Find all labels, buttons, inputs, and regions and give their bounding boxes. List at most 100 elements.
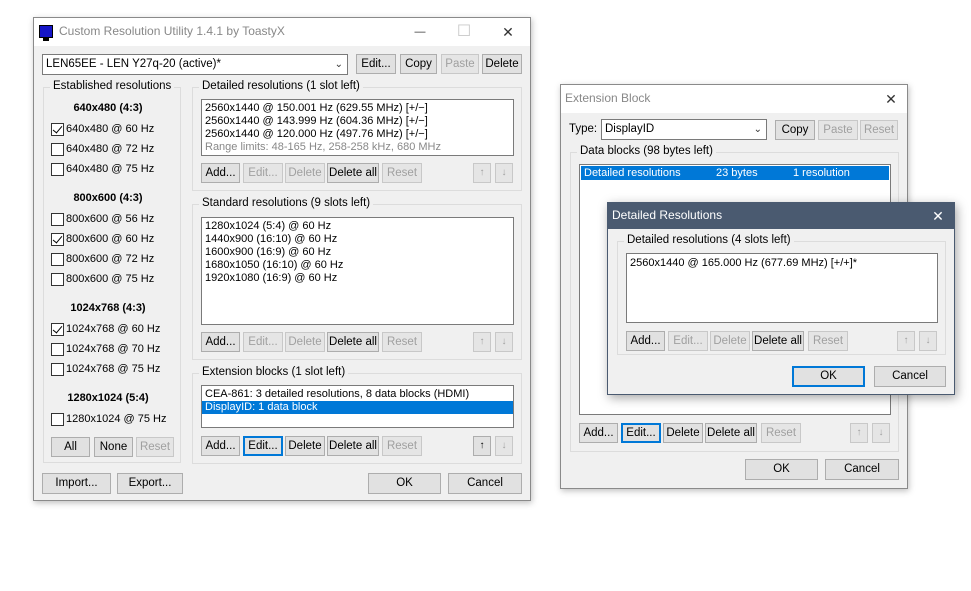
extension-delete-all-button[interactable]: Delete all <box>327 436 379 456</box>
checkbox-1280x1024-75[interactable]: 1280x1024 @ 75 Hz <box>51 412 166 426</box>
list-item[interactable]: 1680x1050 (16:10) @ 60 Hz <box>202 259 513 272</box>
ext-delete-all-button[interactable]: Delete all <box>705 423 757 443</box>
chevron-down-icon: ⌄ <box>334 59 343 70</box>
standard-add-button[interactable]: Add... <box>201 332 240 352</box>
standard-delete-button: Delete <box>285 332 325 352</box>
checkbox-unchecked[interactable] <box>51 412 64 426</box>
detailed-delete-all-button[interactable]: Delete all <box>327 163 379 183</box>
standard-resolutions-list[interactable]: 1280x1024 (5:4) @ 60 Hz 1440x900 (16:10)… <box>201 217 514 325</box>
ext-list-reset-button: Reset <box>761 423 801 443</box>
extension-edit-button[interactable]: Edit... <box>243 436 283 456</box>
detailed-move-down-icon: ↓ <box>495 163 513 183</box>
close-icon[interactable]: ✕ <box>916 203 960 229</box>
list-item[interactable]: 1920x1080 (16:9) @ 60 Hz <box>202 272 513 285</box>
checkbox-unchecked[interactable] <box>51 362 64 376</box>
checkbox-800x600-56[interactable]: 800x600 @ 56 Hz <box>51 212 154 226</box>
established-resolutions-label: Established resolutions <box>50 80 175 92</box>
extension-blocks-list[interactable]: CEA-861: 3 detailed resolutions, 8 data … <box>201 385 514 428</box>
select-all-button[interactable]: All <box>51 437 90 457</box>
checkbox-unchecked[interactable] <box>51 272 64 286</box>
list-item[interactable]: 1440x900 (16:10) @ 60 Hz <box>202 233 513 246</box>
checkbox-checked[interactable] <box>51 122 64 136</box>
checkbox-800x600-60[interactable]: 800x600 @ 60 Hz <box>51 232 154 246</box>
dlg-add-button[interactable]: Add... <box>626 331 665 351</box>
dlg-cancel-button[interactable]: Cancel <box>874 366 946 387</box>
detailed-reset-button: Reset <box>382 163 422 183</box>
dlg-delete-all-button[interactable]: Delete all <box>752 331 804 351</box>
checkbox-640x480-75[interactable]: 640x480 @ 75 Hz <box>51 162 154 176</box>
detailed-add-button[interactable]: Add... <box>201 163 240 183</box>
ext-cancel-button[interactable]: Cancel <box>825 459 899 480</box>
main-window-title: Custom Resolution Utility 1.4.1 by Toast… <box>59 24 285 38</box>
extension-block-title: Extension Block <box>565 91 651 105</box>
detailed-resolutions-list[interactable]: 2560x1440 @ 150.001 Hz (629.55 MHz) [+/−… <box>201 99 514 156</box>
standard-reset-button: Reset <box>382 332 422 352</box>
standard-move-up-icon: ↑ <box>473 332 491 352</box>
extension-add-button[interactable]: Add... <box>201 436 240 456</box>
list-item[interactable]: 2560x1440 @ 120.000 Hz (497.76 MHz) [+/−… <box>202 128 513 141</box>
checkbox-unchecked[interactable] <box>51 252 64 266</box>
checkbox-640x480-72[interactable]: 640x480 @ 72 Hz <box>51 142 154 156</box>
list-item[interactable]: 2560x1440 @ 165.000 Hz (677.69 MHz) [+/+… <box>627 257 937 270</box>
type-label: Type: <box>569 123 598 135</box>
checkbox-unchecked[interactable] <box>51 342 64 356</box>
edit-monitor-button[interactable]: Edit... <box>356 54 396 74</box>
detailed-dialog-list[interactable]: 2560x1440 @ 165.000 Hz (677.69 MHz) [+/+… <box>626 253 938 323</box>
list-item[interactable]: 1280x1024 (5:4) @ 60 Hz <box>202 220 513 233</box>
export-button[interactable]: Export... <box>117 473 183 494</box>
list-item[interactable]: 2560x1440 @ 143.999 Hz (604.36 MHz) [+/−… <box>202 115 513 128</box>
checkbox-1024x768-60[interactable]: 1024x768 @ 60 Hz <box>51 322 160 336</box>
ext-copy-button[interactable]: Copy <box>775 120 815 140</box>
type-select[interactable]: DisplayID ⌄ <box>601 119 767 140</box>
ext-edit-button[interactable]: Edit... <box>621 423 661 443</box>
detailed-move-up-icon: ↑ <box>473 163 491 183</box>
monitor-select[interactable]: LEN65EE - LEN Y27q-20 (active)* ⌄ <box>42 54 348 75</box>
list-item[interactable]: CEA-861: 3 detailed resolutions, 8 data … <box>202 388 513 401</box>
data-block-name: Detailed resolutions <box>584 167 681 179</box>
dlg-move-up-icon: ↑ <box>897 331 915 351</box>
range-limits-item[interactable]: Range limits: 48-165 Hz, 258-258 kHz, 68… <box>202 141 513 154</box>
checkbox-1024x768-75[interactable]: 1024x768 @ 75 Hz <box>51 362 160 376</box>
close-icon[interactable]: ✕ <box>869 85 913 113</box>
main-cancel-button[interactable]: Cancel <box>448 473 522 494</box>
data-blocks-label: Data blocks (98 bytes left) <box>577 145 716 157</box>
checkbox-640x480-60[interactable]: 640x480 @ 60 Hz <box>51 122 154 136</box>
import-button[interactable]: Import... <box>42 473 111 494</box>
main-ok-button[interactable]: OK <box>368 473 441 494</box>
standard-delete-all-button[interactable]: Delete all <box>327 332 379 352</box>
detailed-dialog-title-bar: Detailed Resolutions ✕ <box>608 203 954 229</box>
data-block-row-selected[interactable]: Detailed resolutions 23 bytes 1 resoluti… <box>581 166 889 180</box>
type-select-value: DisplayID <box>605 123 655 135</box>
delete-monitor-button[interactable]: Delete <box>482 54 522 74</box>
checkbox-checked[interactable] <box>51 322 64 336</box>
ext-delete-button[interactable]: Delete <box>663 423 703 443</box>
dlg-ok-button[interactable]: OK <box>792 366 865 387</box>
close-icon[interactable]: ✕ <box>486 18 530 46</box>
checkbox-unchecked[interactable] <box>51 162 64 176</box>
list-item-selected[interactable]: DisplayID: 1 data block <box>202 401 513 414</box>
group-heading-1024x768: 1024x768 (4:3) <box>70 302 146 314</box>
extension-move-up-icon[interactable]: ↑ <box>473 436 491 456</box>
checkbox-800x600-75[interactable]: 800x600 @ 75 Hz <box>51 272 154 286</box>
paste-button: Paste <box>441 54 479 74</box>
checkbox-unchecked[interactable] <box>51 212 64 226</box>
list-item[interactable]: 2560x1440 @ 150.001 Hz (629.55 MHz) [+/−… <box>202 102 513 115</box>
copy-button[interactable]: Copy <box>400 54 437 74</box>
extension-delete-button[interactable]: Delete <box>285 436 325 456</box>
ext-ok-button[interactable]: OK <box>745 459 818 480</box>
minimize-icon[interactable]: — <box>398 18 442 46</box>
group-heading-640x480: 640x480 (4:3) <box>73 102 143 114</box>
checkbox-1024x768-70[interactable]: 1024x768 @ 70 Hz <box>51 342 160 356</box>
list-item[interactable]: 1600x900 (16:9) @ 60 Hz <box>202 246 513 259</box>
checkbox-unchecked[interactable] <box>51 142 64 156</box>
extension-reset-button: Reset <box>382 436 422 456</box>
dlg-move-down-icon: ↓ <box>919 331 937 351</box>
checkbox-checked[interactable] <box>51 232 64 246</box>
dlg-edit-button: Edit... <box>668 331 708 351</box>
checkbox-800x600-72[interactable]: 800x600 @ 72 Hz <box>51 252 154 266</box>
standard-edit-button: Edit... <box>243 332 283 352</box>
select-none-button[interactable]: None <box>94 437 133 457</box>
maximize-icon: ☐ <box>456 23 472 40</box>
ext-add-button[interactable]: Add... <box>579 423 618 443</box>
dlg-delete-button: Delete <box>710 331 750 351</box>
